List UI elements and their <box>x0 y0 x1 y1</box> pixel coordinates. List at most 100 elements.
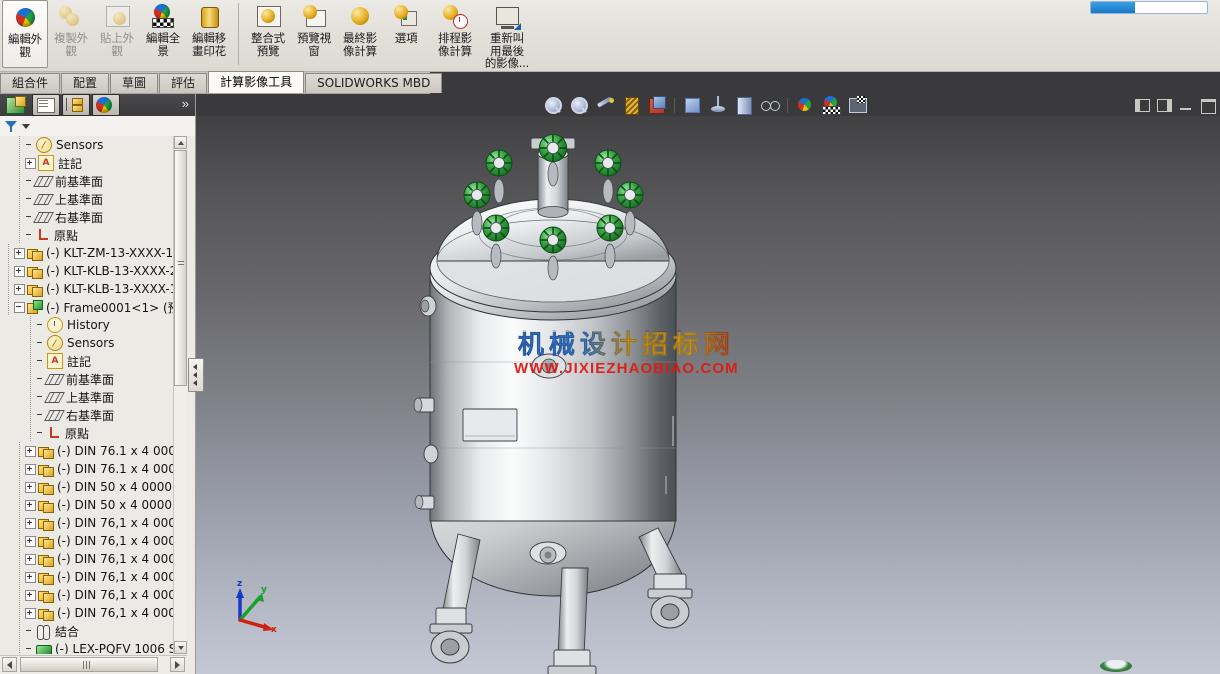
tab-5[interactable]: SOLIDWORKS MBD <box>305 73 443 93</box>
expand-icon[interactable] <box>14 265 25 277</box>
tree-item[interactable]: A 註記 <box>0 352 178 370</box>
expand-icon[interactable] <box>25 445 36 457</box>
expand-icon[interactable] <box>25 463 36 475</box>
expand-icon[interactable] <box>14 247 25 259</box>
tab-0[interactable]: 組合件 <box>0 73 61 93</box>
tree-connector <box>26 316 36 334</box>
restore-right-icon[interactable] <box>1156 98 1172 112</box>
pressure-vessel-model[interactable] <box>196 116 1220 674</box>
horizontal-scroll-thumb[interactable] <box>20 657 158 672</box>
sidebar-item-display-manager[interactable] <box>92 94 120 116</box>
panel-splitter-handle[interactable] <box>188 358 204 392</box>
tree-spacer <box>36 357 45 366</box>
minimize-icon[interactable] <box>1178 98 1194 112</box>
ribbon-button-options[interactable]: 選項 <box>383 0 429 70</box>
ribbon-button-edit-decal[interactable]: 編輯移 畫印花 <box>186 0 232 70</box>
tree-item[interactable]: (-) KLT-ZM-13-XXXX-1<1 <box>0 244 178 262</box>
tab-4[interactable]: 計算影像工具 <box>208 71 305 93</box>
tree-item[interactable]: 原點 <box>0 424 178 442</box>
model-canvas[interactable]: z y x 机械设计招标网 WWW.JIXIEZHAOBIAO.COM <box>196 116 1220 674</box>
ribbon-button-edit-scene[interactable]: 編輯全 景 <box>140 0 186 70</box>
tree-item[interactable]: (-) DIN 76,1 x 4 00000 <box>0 532 178 550</box>
expand-icon[interactable] <box>25 589 36 601</box>
maximize-icon[interactable] <box>1200 98 1216 114</box>
tree-item[interactable]: 前基準面 <box>0 172 178 190</box>
expand-icon[interactable] <box>25 517 36 529</box>
tree-vertical-scrollbar[interactable] <box>173 136 187 654</box>
tree-item[interactable]: (-) DIN 76.1 x 4 00000 <box>0 442 178 460</box>
tree-item[interactable]: (-) LEX-PQFV 1006 SS-E <box>0 640 178 654</box>
tree-item[interactable]: 右基準面 <box>0 406 178 424</box>
section-view-icon[interactable] <box>620 95 642 115</box>
expand-icon[interactable] <box>25 607 36 619</box>
tab-3[interactable]: 評估 <box>159 73 208 93</box>
ribbon-button-label: 排程影 像計算 <box>438 31 472 58</box>
tree-item[interactable]: 原點 <box>0 226 178 244</box>
tree-item[interactable]: 上基準面 <box>0 190 178 208</box>
part-icon <box>38 445 54 459</box>
expand-icon[interactable] <box>14 283 25 295</box>
expand-panel-chevron[interactable]: » <box>182 97 189 110</box>
hide-show-items-icon[interactable] <box>707 95 729 115</box>
scroll-down-button[interactable] <box>174 641 187 654</box>
view-settings-icon[interactable] <box>759 95 781 115</box>
tree-spacer <box>25 645 34 654</box>
scroll-left-button[interactable] <box>2 657 17 672</box>
zoom-to-area-icon[interactable] <box>568 95 590 115</box>
expand-icon[interactable] <box>25 499 36 511</box>
tree-item[interactable]: (-) DIN 76.1 x 4 00000 <box>0 460 178 478</box>
sidebar-item-feature-manager[interactable] <box>2 94 30 116</box>
apply-scene-icon[interactable] <box>733 95 755 115</box>
expand-icon[interactable] <box>25 481 36 493</box>
chevron-down-icon[interactable] <box>22 123 30 129</box>
collapse-icon[interactable] <box>14 301 25 313</box>
expand-icon[interactable] <box>25 157 36 169</box>
ribbon-button-preview-window[interactable]: 預覽視 窗 <box>291 0 337 70</box>
tree-item[interactable]: (-) DIN 76,1 x 4 00000 <box>0 550 178 568</box>
tree-item[interactable]: A 註記 <box>0 154 178 172</box>
ribbon-button-schedule-render[interactable]: 排程影 像計算 <box>429 0 481 70</box>
tree-item[interactable]: (-) DIN 50 x 4 000000 <box>0 496 178 514</box>
appearances-icon[interactable] <box>794 95 816 115</box>
tree-item[interactable]: Sensors <box>0 136 178 154</box>
tree-item[interactable]: (-) DIN 76,1 x 4 00000 <box>0 586 178 604</box>
tree-item[interactable]: (-) KLT-KLB-13-XXXX-2< <box>0 262 178 280</box>
scroll-right-button[interactable] <box>170 657 185 672</box>
tree-item[interactable]: (-) DIN 76,1 x 4 00000 <box>0 604 178 622</box>
tree-item[interactable]: (-) KLT-KLB-13-XXXX-1< <box>0 280 178 298</box>
restore-left-icon[interactable] <box>1134 98 1150 112</box>
tree-item[interactable]: (-) DIN 50 x 4 000000 <box>0 478 178 496</box>
tab-2[interactable]: 草圖 <box>110 73 159 93</box>
tree-item[interactable]: (-) DIN 76,1 x 4 00000 <box>0 514 178 532</box>
tree-filter-bar[interactable] <box>0 116 195 137</box>
viewport-layout-icon[interactable] <box>846 95 868 115</box>
tree-item[interactable]: History <box>0 316 178 334</box>
previous-view-icon[interactable] <box>594 95 616 115</box>
tree-horizontal-scrollbar[interactable] <box>0 655 187 674</box>
tree-item[interactable]: 前基準面 <box>0 370 178 388</box>
tree-item[interactable]: 結合 <box>0 622 178 640</box>
tab-1[interactable]: 配置 <box>61 73 110 93</box>
vertical-scroll-thumb[interactable] <box>174 150 187 386</box>
display-style-icon[interactable] <box>681 95 703 115</box>
scroll-up-button[interactable] <box>174 136 187 149</box>
edit-decal-icon <box>196 4 222 30</box>
tree-item[interactable]: 右基準面 <box>0 208 178 226</box>
tree-item[interactable]: 上基準面 <box>0 388 178 406</box>
tree-item[interactable]: (-) Frame0001<1> (預設< <box>0 298 178 316</box>
sidebar-item-configuration-manager[interactable] <box>62 94 90 116</box>
tree-item[interactable]: (-) DIN 76,1 x 4 00000 <box>0 568 178 586</box>
scene-icon[interactable] <box>820 95 842 115</box>
tree-item[interactable]: Sensors <box>0 334 178 352</box>
tree-item-label: 原點 <box>65 426 90 441</box>
expand-icon[interactable] <box>25 553 36 565</box>
ribbon-button-recall-last-render[interactable]: 重新叫 用最後 的影像... <box>481 0 533 70</box>
view-orientation-icon[interactable] <box>646 95 668 115</box>
zoom-to-fit-icon[interactable] <box>542 95 564 115</box>
expand-icon[interactable] <box>25 535 36 547</box>
sidebar-item-property-manager[interactable] <box>32 94 60 116</box>
expand-icon[interactable] <box>25 571 36 583</box>
ribbon-button-edit-appearance[interactable]: 編輯外 觀 <box>2 0 48 68</box>
ribbon-button-integrated-preview[interactable]: 整合式 預覽 <box>245 0 291 70</box>
ribbon-button-final-render[interactable]: 最終影 像計算 <box>337 0 383 70</box>
